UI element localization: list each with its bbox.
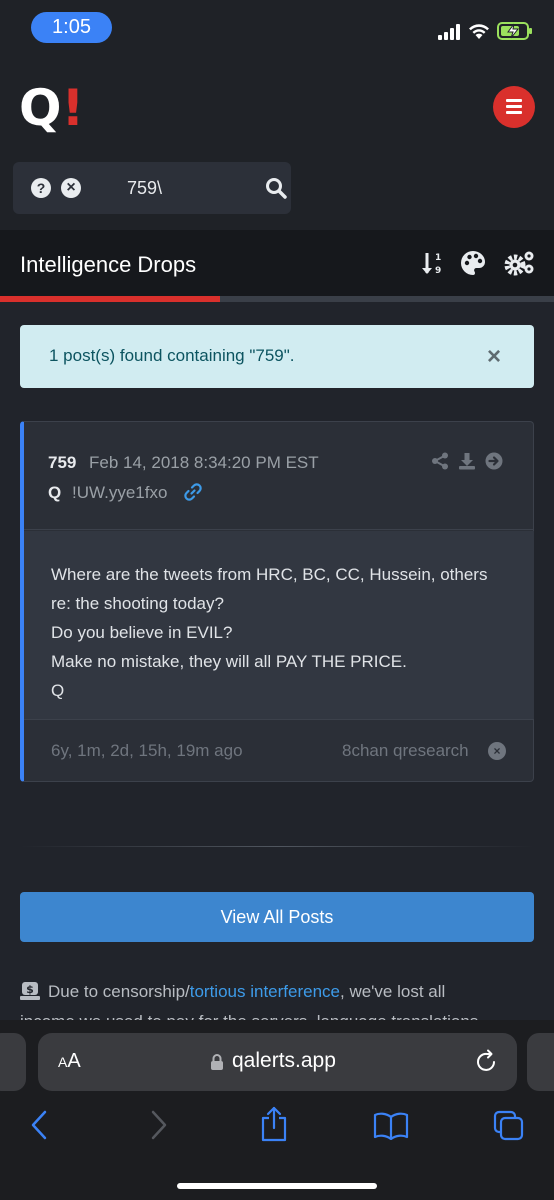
palette-icon[interactable] — [460, 250, 486, 276]
post-footer: 6y, 1m, 2d, 15h, 19m ago 8chan qresearch… — [24, 721, 534, 783]
status-bar: 1:05 — [0, 0, 554, 56]
post-text-line: Do you believe in EVIL? — [51, 623, 233, 642]
qalerts-logo[interactable]: Q! — [19, 83, 84, 133]
browser-toolbar: AA qalerts.app — [0, 1020, 554, 1200]
post-header: 759 Feb 14, 2018 8:34:20 PM EST Q !UW.yy… — [24, 422, 534, 530]
battery-charging-icon — [497, 22, 532, 40]
post-date: Feb 14, 2018 8:34:20 PM EST — [89, 453, 319, 472]
post-number[interactable]: 759 — [48, 453, 76, 473]
censorship-notice: $ Due to censorship/tortious interferenc… — [20, 982, 534, 1002]
lock-icon — [211, 1054, 223, 1070]
post-card: 759 Feb 14, 2018 8:34:20 PM EST Q !UW.yy… — [20, 421, 534, 782]
logo-bang: ! — [61, 79, 85, 137]
notice-prefix: Due to censorship/ — [48, 982, 190, 1001]
download-icon[interactable] — [458, 452, 476, 470]
status-time: 1:05 — [31, 12, 112, 43]
page-title: Intelligence Drops — [20, 252, 197, 277]
notice-suffix: , we've lost all — [340, 982, 446, 1001]
next-tab-preview[interactable] — [527, 1033, 554, 1091]
post-body: Where are the tweets from HRC, BC, CC, H… — [24, 531, 534, 720]
sort-numeric-icon[interactable]: 1 9 — [422, 250, 444, 276]
post-source: 8chan qresearch — [342, 741, 469, 760]
page-progress-bar — [0, 296, 554, 302]
search-box: ? × — [13, 162, 291, 214]
alert-close-icon[interactable]: × — [487, 345, 501, 369]
arrow-circle-right-icon[interactable] — [485, 452, 503, 470]
section-divider — [20, 846, 534, 847]
settings-cogs-icon[interactable] — [504, 250, 536, 276]
help-icon[interactable]: ? — [31, 178, 51, 198]
cellular-signal-icon — [438, 24, 460, 40]
home-indicator[interactable] — [177, 1183, 377, 1189]
share-icon[interactable] — [259, 1106, 289, 1142]
view-all-posts-button[interactable]: View All Posts — [20, 892, 534, 942]
bookmarks-icon[interactable] — [373, 1112, 409, 1140]
search-result-alert: 1 post(s) found containing "759". × — [20, 325, 534, 388]
source-close-icon[interactable]: × — [488, 742, 506, 760]
share-icon[interactable] — [431, 452, 449, 470]
page-progress-fill — [0, 296, 220, 302]
hamburger-icon — [506, 99, 522, 102]
reload-icon[interactable] — [476, 1049, 498, 1073]
money-icon: $ — [20, 982, 40, 1000]
svg-text:$: $ — [26, 983, 34, 996]
reader-settings-button[interactable]: AA — [58, 1050, 81, 1073]
post-text-line: re: the shooting today? — [51, 594, 224, 613]
search-section: ? × — [0, 150, 554, 230]
link-icon[interactable] — [184, 483, 202, 501]
back-icon[interactable] — [30, 1110, 48, 1140]
url-text: qalerts.app — [232, 1049, 336, 1072]
search-input[interactable] — [127, 176, 247, 200]
forward-icon[interactable] — [150, 1110, 168, 1140]
post-text-line: Q — [51, 681, 65, 700]
post-text-line: Where are the tweets from HRC, BC, CC, H… — [51, 565, 488, 584]
logo-q: Q — [19, 79, 62, 137]
post-text-line: Make no mistake, they will all PAY THE P… — [51, 652, 407, 671]
search-icon[interactable] — [265, 177, 287, 199]
post-relative-time: 6y, 1m, 2d, 15h, 19m ago — [51, 741, 243, 760]
post-tripcode: !UW.yye1fxo — [72, 483, 168, 502]
clear-search-icon[interactable]: × — [61, 178, 81, 198]
menu-button[interactable] — [493, 86, 535, 128]
title-bar: Intelligence Drops 1 9 — [0, 230, 554, 296]
address-bar[interactable]: AA qalerts.app — [38, 1033, 517, 1091]
svg-text:9: 9 — [435, 266, 441, 276]
site-header: Q! — [0, 56, 554, 150]
tabs-icon[interactable] — [493, 1110, 525, 1142]
post-author: Q — [48, 483, 62, 502]
previous-tab-preview[interactable] — [0, 1033, 26, 1091]
alert-message: 1 post(s) found containing "759". — [49, 346, 295, 365]
wifi-icon — [469, 24, 489, 39]
tortious-interference-link[interactable]: tortious interference — [190, 982, 340, 1001]
svg-text:1: 1 — [435, 253, 441, 263]
